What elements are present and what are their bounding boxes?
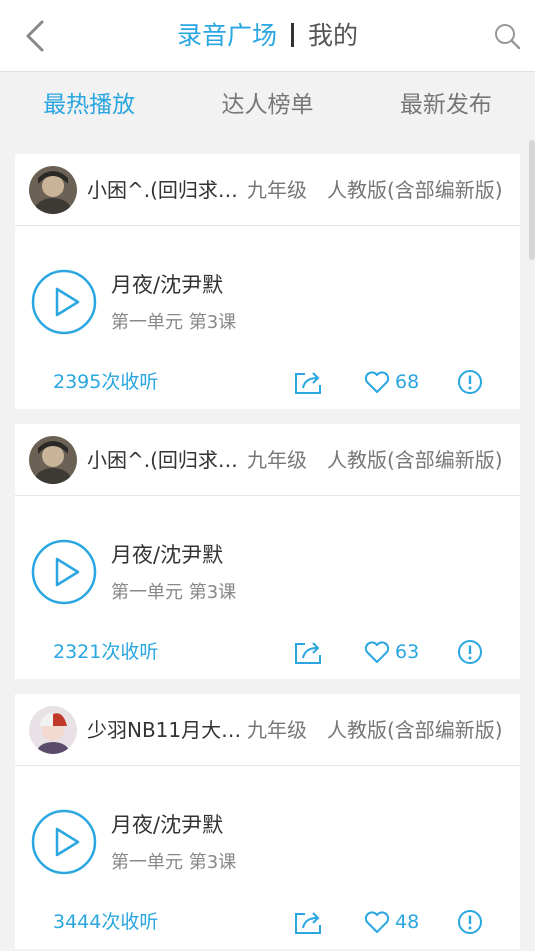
tab-recording-plaza[interactable]: 录音广场 (177, 21, 277, 50)
recording-lesson: 第一单元 第3课 (111, 582, 237, 603)
recording-lesson: 第一单元 第3课 (111, 312, 237, 333)
tab-hottest[interactable]: 最热播放 (0, 72, 178, 138)
search-icon[interactable] (493, 22, 521, 50)
top-bar: 录音广场 我的 (0, 0, 535, 72)
heart-icon[interactable] (364, 369, 390, 395)
recording-title: 月夜/沈尹默 (111, 813, 224, 837)
listen-count: 2321次收听 (53, 641, 159, 663)
share-icon[interactable] (293, 908, 323, 936)
card-header: 少羽NB11月大… 九年级 人教版(含部编新版) (15, 694, 520, 766)
header-titles: 录音广场 我的 (0, 18, 535, 54)
like-count: 68 (395, 371, 420, 393)
grade-edition: 九年级 人教版(含部编新版) (247, 178, 503, 202)
play-icon[interactable] (30, 268, 98, 336)
report-icon[interactable] (457, 909, 483, 935)
grade-edition: 九年级 人教版(含部编新版) (247, 448, 503, 472)
grade-edition: 九年级 人教版(含部编新版) (247, 718, 503, 742)
card-header: 小困^.(回归求赞… 九年级 人教版(含部编新版) (15, 154, 520, 226)
share-icon[interactable] (293, 368, 323, 396)
recording-card[interactable]: 小困^.(回归求赞… 九年级 人教版(含部编新版) 月夜/沈尹默 第一单元 第3… (15, 154, 520, 409)
scrollbar[interactable] (529, 140, 535, 260)
recording-card[interactable]: 少羽NB11月大… 九年级 人教版(含部编新版) 月夜/沈尹默 第一单元 第3课… (15, 694, 520, 949)
recording-title: 月夜/沈尹默 (111, 273, 224, 297)
heart-icon[interactable] (364, 909, 390, 935)
tab-mine[interactable]: 我的 (308, 21, 358, 50)
recording-lesson: 第一单元 第3课 (111, 852, 237, 873)
username[interactable]: 少羽NB11月大… (87, 694, 247, 766)
play-icon[interactable] (30, 538, 98, 606)
recording-title: 月夜/沈尹默 (111, 543, 224, 567)
avatar[interactable] (29, 706, 77, 754)
sort-tabs: 最热播放 达人榜单 最新发布 (0, 72, 535, 138)
tab-newest[interactable]: 最新发布 (357, 72, 535, 138)
username[interactable]: 小困^.(回归求赞… (87, 154, 247, 226)
report-icon[interactable] (457, 369, 483, 395)
recording-card[interactable]: 小困^.(回归求赞… 九年级 人教版(含部编新版) 月夜/沈尹默 第一单元 第3… (15, 424, 520, 679)
like-count: 63 (395, 641, 420, 663)
title-divider (291, 23, 294, 47)
heart-icon[interactable] (364, 639, 390, 665)
avatar[interactable] (29, 436, 77, 484)
play-icon[interactable] (30, 808, 98, 876)
tab-ranking[interactable]: 达人榜单 (178, 72, 356, 138)
username[interactable]: 小困^.(回归求赞… (87, 424, 247, 496)
listen-count: 2395次收听 (53, 371, 159, 393)
like-count: 48 (395, 911, 420, 933)
listen-count: 3444次收听 (53, 911, 159, 933)
avatar[interactable] (29, 166, 77, 214)
card-header: 小困^.(回归求赞… 九年级 人教版(含部编新版) (15, 424, 520, 496)
share-icon[interactable] (293, 638, 323, 666)
report-icon[interactable] (457, 639, 483, 665)
